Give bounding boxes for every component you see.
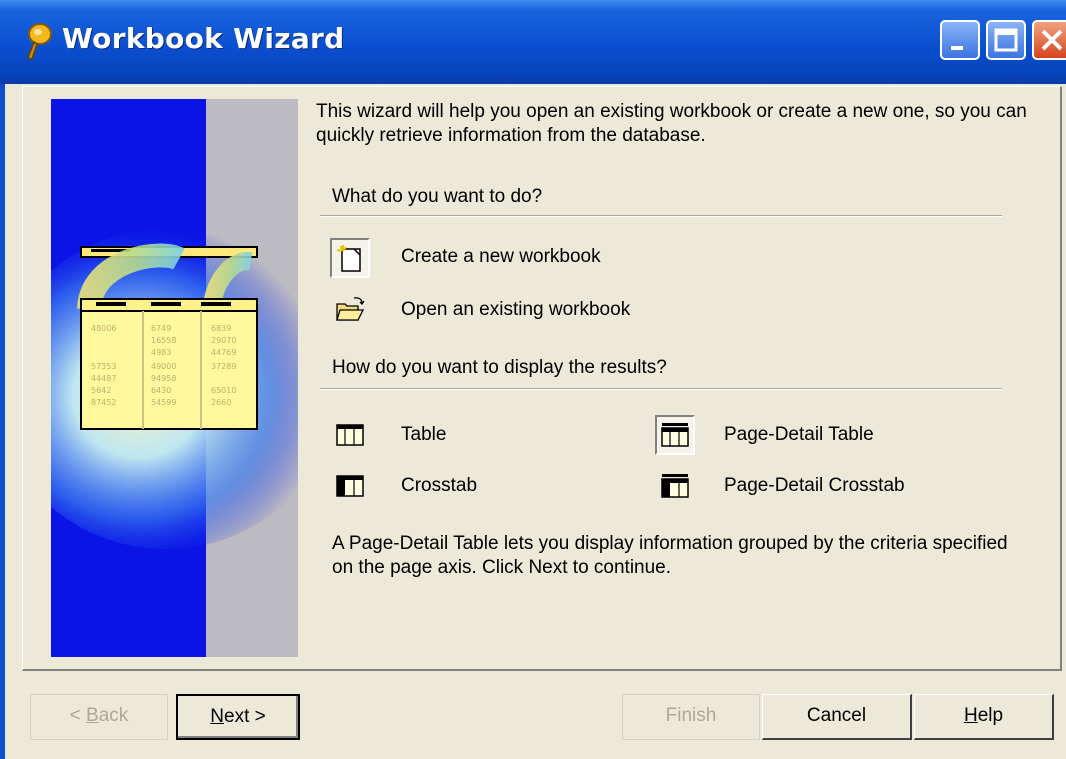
svg-text:37289: 37289 xyxy=(211,362,236,371)
page-detail-crosstab-label[interactable]: Page-Detail Crosstab xyxy=(724,475,905,497)
table-icon xyxy=(336,424,364,446)
close-icon xyxy=(1041,29,1063,51)
back-button-label: ack xyxy=(98,705,129,726)
svg-text:29070: 29070 xyxy=(211,336,236,345)
window-title: Workbook Wizard xyxy=(62,22,345,55)
help-button-label: elp xyxy=(977,705,1004,726)
selection-description: A Page-Detail Table lets you display inf… xyxy=(332,533,1008,578)
wizard-illustration: 48006 6749 6839 16558 29070 4983 44769 57353… xyxy=(51,99,298,657)
new-workbook-icon xyxy=(336,245,361,272)
maximize-button[interactable] xyxy=(986,20,1026,60)
svg-text:44769: 44769 xyxy=(211,348,236,357)
svg-text:49000: 49000 xyxy=(151,362,176,371)
next-button-label: ext > xyxy=(224,706,266,727)
close-button[interactable] xyxy=(1032,20,1066,60)
page-detail-table-icon xyxy=(661,423,689,447)
open-existing-workbook-label[interactable]: Open an existing workbook xyxy=(401,299,630,321)
intro-text: This wizard will help you open an existi… xyxy=(316,101,1027,146)
svg-text:6430: 6430 xyxy=(151,386,171,395)
svg-text:16558: 16558 xyxy=(151,336,176,345)
svg-text:87452: 87452 xyxy=(91,398,116,407)
svg-text:44487: 44487 xyxy=(91,374,116,383)
display-question: How do you want to display the results? xyxy=(332,357,667,378)
crosstab-button[interactable] xyxy=(330,466,370,506)
help-button[interactable]: Help xyxy=(914,694,1054,740)
svg-text:65010: 65010 xyxy=(211,386,236,395)
svg-text:6839: 6839 xyxy=(211,324,231,333)
table-label[interactable]: Table xyxy=(401,424,446,446)
page-detail-table-label[interactable]: Page-Detail Table xyxy=(724,424,874,446)
svg-text:4983: 4983 xyxy=(151,348,171,357)
open-existing-workbook-button[interactable] xyxy=(330,290,370,330)
minimize-icon xyxy=(951,46,963,50)
cancel-button[interactable]: Cancel xyxy=(762,694,912,740)
crosstab-label[interactable]: Crosstab xyxy=(401,475,477,497)
action-separator xyxy=(320,215,1002,217)
table-button[interactable] xyxy=(330,415,370,455)
next-button[interactable]: Next > xyxy=(176,694,300,740)
svg-text:54599: 54599 xyxy=(151,398,176,407)
title-bar[interactable]: Workbook Wizard xyxy=(0,0,1066,84)
help-button-accesskey: H xyxy=(963,705,978,726)
crosstab-icon xyxy=(336,475,364,497)
workbook-illustration-graphic: 48006 6749 6839 16558 29070 4983 44769 57353… xyxy=(51,229,298,549)
svg-text:5642: 5642 xyxy=(91,386,111,395)
maximize-icon xyxy=(994,28,1018,52)
display-separator xyxy=(320,388,1002,390)
finish-button[interactable]: Finish xyxy=(622,694,760,740)
svg-text:6749: 6749 xyxy=(151,324,171,333)
wizard-key-icon xyxy=(27,23,52,60)
page-detail-crosstab-icon xyxy=(661,474,689,498)
svg-text:2660: 2660 xyxy=(211,398,231,407)
create-new-workbook-button[interactable] xyxy=(330,238,370,278)
action-question: What do you want to do? xyxy=(332,186,543,207)
svg-text:94958: 94958 xyxy=(151,374,176,383)
back-button-prefix: < xyxy=(69,705,87,726)
open-folder-icon xyxy=(336,297,365,321)
window-left-border xyxy=(0,84,5,759)
page-detail-crosstab-button[interactable] xyxy=(655,466,695,506)
page-detail-table-button[interactable] xyxy=(655,415,695,455)
back-button-accesskey: B xyxy=(86,705,99,726)
svg-text:57353: 57353 xyxy=(91,362,116,371)
back-button[interactable]: < Back xyxy=(30,694,168,740)
svg-text:48006: 48006 xyxy=(91,324,116,333)
create-new-workbook-label[interactable]: Create a new workbook xyxy=(401,246,601,268)
minimize-button[interactable] xyxy=(940,20,980,60)
next-button-accesskey: N xyxy=(210,706,224,727)
